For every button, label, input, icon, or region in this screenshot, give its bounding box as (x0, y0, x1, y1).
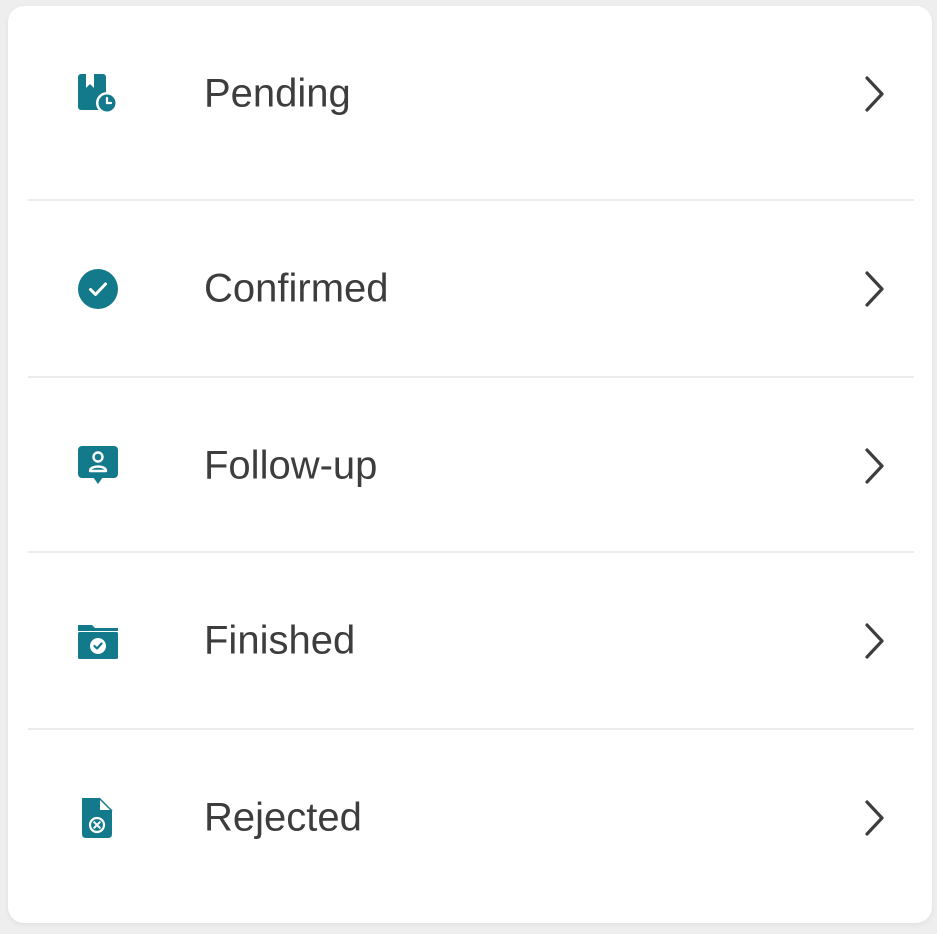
bookmark-clock-icon (76, 72, 120, 116)
menu-item-label: Rejected (204, 795, 362, 840)
chevron-right-icon (865, 76, 884, 112)
menu-item-label: Follow-up (204, 443, 378, 488)
menu-item-pending[interactable]: Pending (8, 6, 932, 182)
folder-check-icon (76, 619, 120, 663)
check-circle-icon (76, 267, 120, 311)
file-x-icon (76, 796, 120, 840)
menu-item-confirmed[interactable]: Confirmed (8, 201, 932, 377)
menu-item-label: Confirmed (204, 266, 389, 311)
status-menu-card: Pending Confirmed Follow-up Finished Rej… (8, 6, 932, 923)
chevron-right-icon (865, 271, 884, 307)
menu-item-follow-up[interactable]: Follow-up (8, 378, 932, 554)
menu-item-label: Finished (204, 618, 356, 663)
menu-item-rejected[interactable]: Rejected (8, 730, 932, 906)
menu-item-finished[interactable]: Finished (8, 553, 932, 729)
user-message-icon (76, 444, 120, 488)
chevron-right-icon (865, 800, 884, 836)
menu-item-label: Pending (204, 71, 351, 116)
chevron-right-icon (865, 448, 884, 484)
chevron-right-icon (865, 623, 884, 659)
